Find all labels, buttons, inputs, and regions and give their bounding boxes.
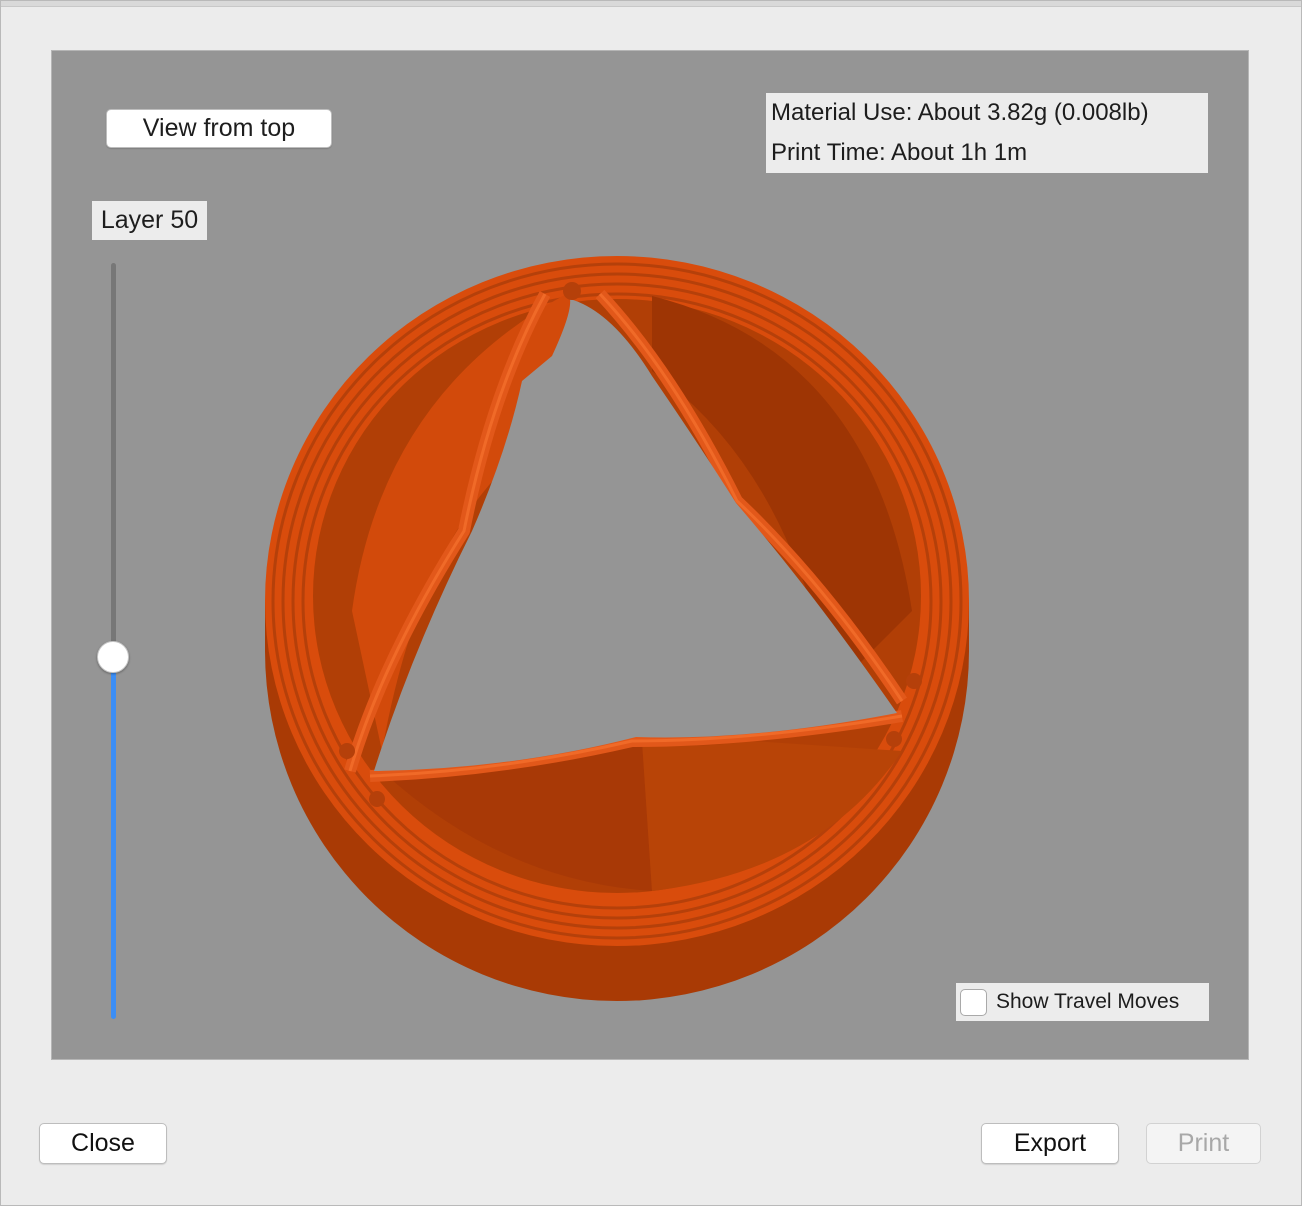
window-title-strip	[0, 0, 1302, 7]
layer-slider-track[interactable]	[111, 263, 116, 659]
show-travel-moves-toggle[interactable]: Show Travel Moves	[956, 983, 1209, 1021]
show-travel-moves-checkbox[interactable]	[960, 988, 987, 1016]
export-button[interactable]: Export	[981, 1123, 1119, 1164]
toolpath-preview-viewport[interactable]: View from top Layer 50 Material Use: Abo…	[51, 50, 1249, 1060]
layer-indicator: Layer 50	[92, 201, 207, 240]
print-stats-panel: Material Use: About 3.82g (0.008lb) Prin…	[766, 93, 1208, 173]
model-joint	[339, 743, 355, 759]
model-joint	[369, 791, 385, 807]
model-joint	[563, 282, 581, 300]
sliced-model-render[interactable]	[52, 51, 1249, 1060]
layer-slider-fill[interactable]	[111, 659, 116, 1019]
layer-slider-handle[interactable]	[97, 641, 129, 673]
print-button[interactable]: Print	[1146, 1123, 1261, 1164]
show-travel-moves-label: Show Travel Moves	[996, 990, 1180, 1013]
view-from-top-button[interactable]: View from top	[106, 109, 332, 148]
material-use-text: Material Use: About 3.82g (0.008lb)	[771, 99, 1149, 126]
model-joint	[886, 731, 902, 747]
print-time-text: Print Time: About 1h 1m	[771, 139, 1028, 166]
close-button[interactable]: Close	[39, 1123, 167, 1164]
model-joint	[906, 673, 922, 689]
